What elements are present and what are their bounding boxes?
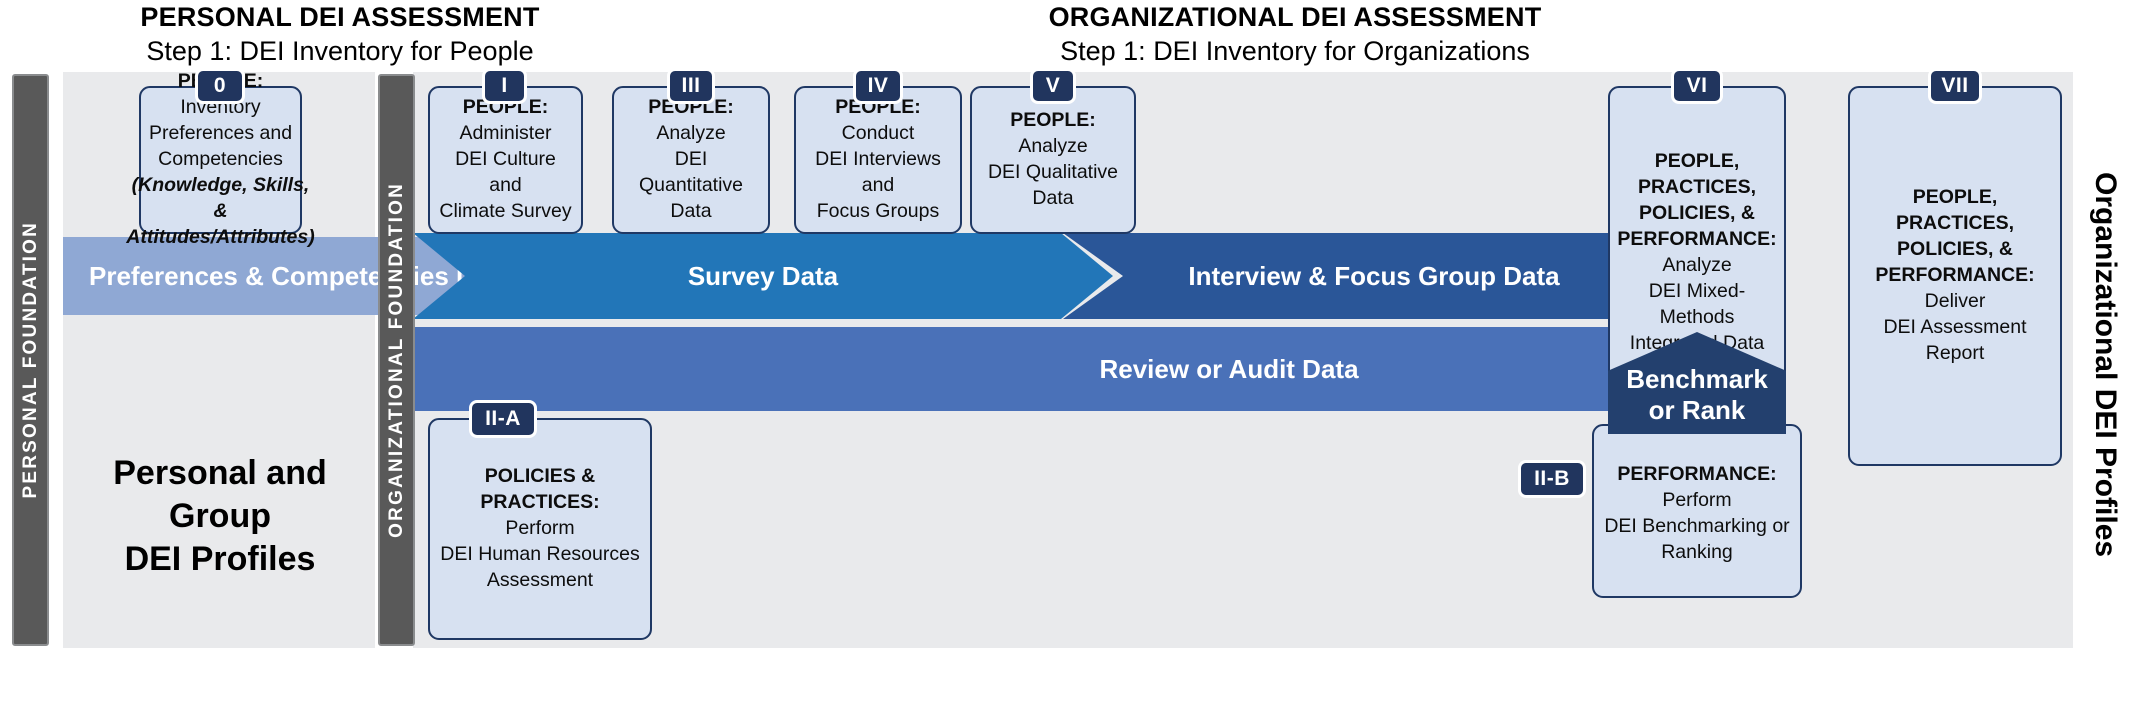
card-step-II-A[interactable]: POLICIES & PRACTICES: Perform DEI Human … [428, 418, 652, 640]
organizational-foundation-bar: ORGANIZATIONAL FOUNDATION [378, 74, 415, 646]
card-text: PERFORMANCE: Perform DEI Benchmarking or… [1604, 456, 1789, 566]
card-line: Focus Groups [816, 199, 940, 222]
card-line: Report [1925, 341, 1985, 364]
benchmark-label: Benchmark or Rank [1626, 363, 1768, 425]
badge-label: V [1045, 74, 1061, 97]
badge-step-VII: VII [1928, 68, 1982, 104]
card-step-III[interactable]: PEOPLE: Analyze DEI Quantitative Data [612, 86, 770, 234]
band-survey-data: Survey Data [413, 233, 1113, 319]
card-step-IV[interactable]: PEOPLE: Conduct DEI Interviews and Focus… [794, 86, 962, 234]
card-line: DEI Qualitative [987, 161, 1119, 183]
card-line: DEI Interviews and [815, 148, 941, 196]
card-line: DEI Culture and [455, 148, 556, 196]
card-text: PEOPLE: Conduct DEI Interviews and Focus… [804, 95, 952, 225]
card-line: Assessment [486, 568, 594, 591]
card-heading: PERFORMANCE: [1617, 463, 1777, 486]
personal-header-title: PERSONAL DEI ASSESSMENT [140, 2, 540, 32]
card-heading: PEOPLE, PRACTICES, POLICIES, & PERFORMAN… [1617, 150, 1777, 251]
personal-foundation-label: PERSONAL FOUNDATION [19, 221, 41, 499]
card-italic-line: (Knowledge, Skills, & [131, 173, 310, 222]
band-label: Survey Data [687, 260, 839, 291]
card-line: Deliver [1924, 289, 1986, 312]
card-line: Analyze [656, 122, 726, 145]
card-line: Perform [1662, 489, 1732, 512]
card-line: DEI Quantitative [638, 148, 744, 196]
card-italic-line: Attitudes/Attributes) [126, 225, 315, 248]
card-line: DEI Assessment [1883, 315, 2027, 338]
card-text: PEOPLE, PRACTICES, POLICIES, & PERFORMAN… [1875, 185, 2034, 366]
card-step-I[interactable]: PEOPLE: Administer DEI Culture and Clima… [428, 86, 583, 234]
badge-label: I [501, 74, 508, 97]
badge-step-I: I [482, 68, 527, 104]
card-text: PEOPLE: Administer DEI Culture and Clima… [438, 95, 573, 225]
badge-step-VI: VI [1671, 68, 1723, 104]
card-line: DEI Mixed-Methods [1648, 279, 1746, 328]
card-line: Ranking [1661, 540, 1733, 563]
card-line: DEI Human Resources [440, 542, 640, 565]
badge-label: VI [1686, 74, 1708, 97]
card-line: Preferences and [148, 122, 293, 145]
personal-group-dei-profiles-text: Personal and Group DEI Profiles [113, 454, 327, 578]
badge-step-II-B: II-B [1518, 460, 1586, 498]
card-text: PEOPLE: Analyze DEI Qualitative Data [988, 108, 1118, 212]
personal-foundation-bar: PERSONAL FOUNDATION [12, 74, 49, 646]
card-line: Data [670, 199, 712, 222]
card-text: POLICIES & PRACTICES: Perform DEI Human … [438, 464, 642, 594]
badge-step-IV: IV [853, 68, 903, 104]
card-heading: PEOPLE: [1010, 109, 1096, 132]
card-heading: POLICIES & PRACTICES: [480, 465, 600, 514]
band-review-audit-data: Review or Audit Data [413, 327, 1685, 411]
organizational-foundation-label: ORGANIZATIONAL FOUNDATION [385, 182, 407, 538]
band-interview-focus-group-data: Interview & Focus Group Data [1063, 233, 1685, 319]
card-line: Conduct [841, 122, 915, 145]
band-label: Preferences & Competencies Data [89, 260, 513, 291]
card-step-V[interactable]: PEOPLE: Analyze DEI Qualitative Data [970, 86, 1136, 234]
card-text: PEOPLE: Analyze DEI Quantitative Data [622, 95, 760, 225]
card-step-0[interactable]: PEOPLE: Inventory Preferences and Compet… [126, 70, 315, 248]
badge-label: III [681, 74, 701, 97]
badge-label: VII [1941, 74, 1969, 97]
card-line: Analyze [1662, 254, 1732, 276]
organizational-header: ORGANIZATIONAL DEI ASSESSMENT Step 1: DE… [660, 2, 1930, 68]
card-line: Analyze [1018, 135, 1088, 158]
card-line: Competencies [158, 148, 283, 171]
personal-header: PERSONAL DEI ASSESSMENT Step 1: DEI Inve… [60, 2, 620, 68]
organizational-header-title: ORGANIZATIONAL DEI ASSESSMENT [1048, 2, 1542, 32]
card-heading: PEOPLE, PRACTICES, POLICIES, & PERFORMAN… [1875, 186, 2035, 287]
card-text: PEOPLE, PRACTICES, POLICIES, & PERFORMAN… [1617, 149, 1776, 356]
personal-header-subtitle: Step 1: DEI Inventory for People [146, 36, 534, 67]
badge-step-V: V [1030, 68, 1076, 104]
organizational-header-subtitle: Step 1: DEI Inventory for Organizations [1060, 36, 1530, 67]
badge-label: IV [867, 74, 889, 97]
card-line: Data [1032, 186, 1074, 209]
dei-assessment-diagram: PERSONAL DEI ASSESSMENT Step 1: DEI Inve… [0, 0, 2150, 726]
badge-step-0: 0 [195, 68, 245, 104]
card-line: Perform [505, 517, 575, 540]
badge-label: II-A [485, 407, 521, 430]
card-line: Administer [459, 122, 552, 145]
card-line: DEI Benchmarking or [1604, 515, 1790, 537]
organizational-dei-profiles-label: Organizational DEI Profiles [2080, 100, 2130, 630]
card-line: Climate Survey [439, 199, 572, 222]
badge-label: 0 [213, 74, 227, 97]
card-step-VII[interactable]: PEOPLE, PRACTICES, POLICIES, & PERFORMAN… [1848, 86, 2062, 466]
badge-label: II-B [1534, 467, 1570, 490]
badge-step-II-A: II-A [469, 400, 537, 438]
organizational-dei-profiles-text: Organizational DEI Profiles [2089, 172, 2122, 558]
band-label: Review or Audit Data [1099, 353, 1359, 384]
band-label: Interview & Focus Group Data [1188, 260, 1560, 291]
card-step-II-B[interactable]: PERFORMANCE: Perform DEI Benchmarking or… [1592, 424, 1802, 598]
badge-step-III: III [667, 68, 715, 104]
